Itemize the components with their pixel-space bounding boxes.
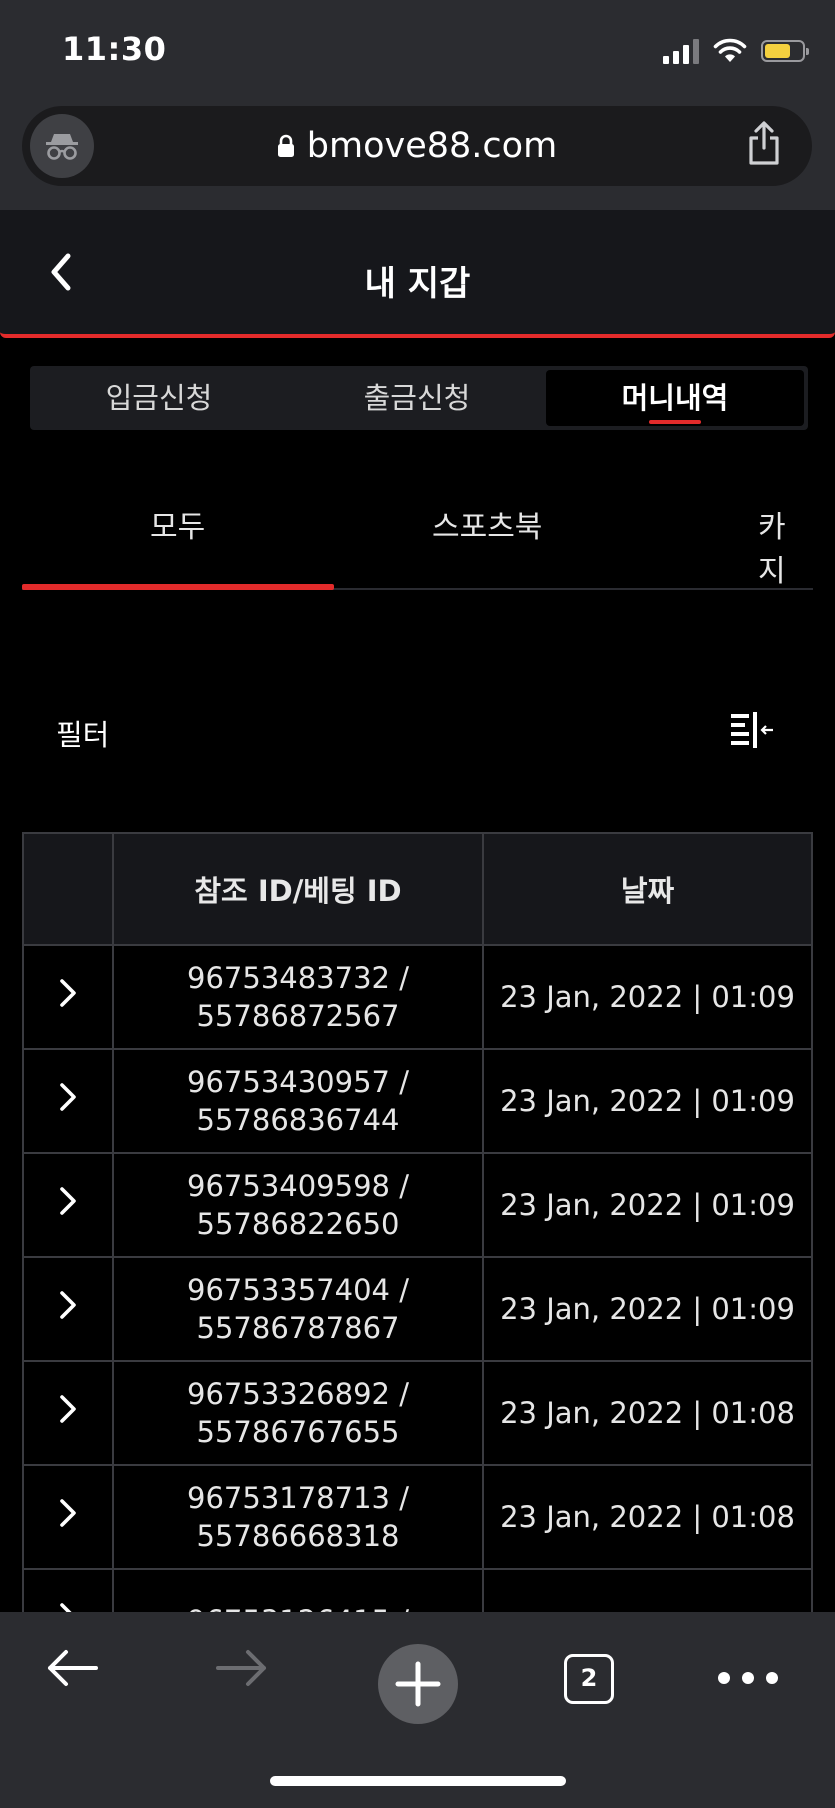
- lock-icon: [277, 134, 294, 157]
- plus-icon: [395, 1661, 441, 1707]
- table-row[interactable]: 96753483732 / 55786872567 23 Jan, 2022 | 0…: [22, 944, 813, 1050]
- address-bar[interactable]: bmove88.com: [22, 106, 812, 186]
- reference-id: 96753430957 /: [187, 1065, 409, 1099]
- filter-toggle-icon[interactable]: [729, 710, 775, 752]
- bet-id: 55786668318: [196, 1519, 400, 1553]
- chevron-right-icon[interactable]: [56, 1289, 80, 1321]
- segment-money-history[interactable]: 머니내역: [546, 370, 804, 426]
- date-cell: 23 Jan, 2022 | 01:08: [482, 1360, 813, 1466]
- home-indicator: [270, 1776, 566, 1786]
- active-tab-indicator: [22, 584, 334, 590]
- table-row[interactable]: 96753357404 / 55786787867 23 Jan, 2022 | 0…: [22, 1256, 813, 1362]
- segment-deposit[interactable]: 입금신청: [30, 366, 288, 430]
- wallet-segmented-control: 입금신청 출금신청 머니내역: [30, 366, 808, 430]
- tab-all[interactable]: 모두: [150, 502, 205, 546]
- date-cell: 23 Jan, 2022 | 01:09: [482, 944, 813, 1050]
- tabs-button[interactable]: 2: [564, 1654, 614, 1704]
- chevron-right-icon[interactable]: [56, 1393, 80, 1425]
- wifi-icon: [713, 38, 747, 62]
- date-cell: 23 Jan, 2022 | 01:09: [482, 1152, 813, 1258]
- table-row[interactable]: 96753326892 / 55786767655 23 Jan, 2022 | 0…: [22, 1360, 813, 1466]
- ref-id-cell: 96753178713 / 55786668318: [112, 1464, 484, 1570]
- expand-column-header: [22, 832, 114, 946]
- reference-id: 96753483732 /: [187, 961, 409, 995]
- tab-casino[interactable]: 카지: [758, 502, 813, 590]
- expand-cell[interactable]: [22, 944, 114, 1050]
- table-header-row: 참조 ID/베팅 ID 날짜: [22, 832, 813, 946]
- reference-id: 96753126415 /: [115, 1602, 481, 1612]
- bet-id: 55786822650: [196, 1207, 400, 1241]
- ref-id-column-header: 참조 ID/베팅 ID: [112, 832, 484, 946]
- segment-withdraw[interactable]: 출금신청: [288, 366, 546, 430]
- chevron-right-icon[interactable]: [56, 1601, 80, 1613]
- table-row[interactable]: 96753126415 /: [22, 1568, 813, 1613]
- tab-count: 2: [580, 1664, 598, 1692]
- status-time: 11:30: [62, 30, 167, 68]
- chevron-right-icon[interactable]: [56, 1185, 80, 1217]
- reference-id: 96753326892 /: [187, 1377, 409, 1411]
- share-icon[interactable]: [746, 120, 782, 166]
- bet-id: 55786767655: [196, 1415, 400, 1449]
- page-title: 내 지갑: [364, 264, 471, 304]
- expand-cell[interactable]: [22, 1256, 114, 1362]
- cellular-signal-icon: [663, 38, 699, 64]
- ref-id-cell: 96753126415 /: [112, 1568, 484, 1612]
- table-row[interactable]: 96753178713 / 55786668318 23 Jan, 2022 | 0…: [22, 1464, 813, 1570]
- ref-id-cell: 96753326892 / 55786767655: [112, 1360, 484, 1466]
- date-cell: 23 Jan, 2022 | 01:09: [482, 1256, 813, 1362]
- ref-id-cell: 96753483732 / 55786872567: [112, 944, 484, 1050]
- browser-chrome: 11:30 bmove88.com: [0, 0, 835, 210]
- battery-icon: [761, 40, 809, 62]
- bet-id: 55786872567: [196, 999, 400, 1033]
- date-cell: [482, 1568, 813, 1612]
- expand-cell[interactable]: [22, 1568, 114, 1613]
- chevron-right-icon[interactable]: [56, 1081, 80, 1113]
- new-tab-button[interactable]: [378, 1644, 458, 1724]
- table-row[interactable]: 96753430957 / 55786836744 23 Jan, 2022 | 0…: [22, 1048, 813, 1154]
- tab-sportsbook[interactable]: 스포츠북: [432, 502, 542, 546]
- expand-cell[interactable]: [22, 1464, 114, 1570]
- reference-id: 96753178713 /: [187, 1481, 409, 1515]
- date-cell: 23 Jan, 2022 | 01:08: [482, 1464, 813, 1570]
- filter-label: 필터: [56, 718, 110, 752]
- history-table: 참조 ID/베팅 ID 날짜 96753483732 / 55786872567 2…: [22, 832, 813, 1612]
- bet-id: 55786787867: [196, 1311, 400, 1345]
- date-cell: 23 Jan, 2022 | 01:09: [482, 1048, 813, 1154]
- status-icons: [663, 36, 809, 66]
- reference-id: 96753357404 /: [187, 1273, 409, 1307]
- ref-id-cell: 96753357404 / 55786787867: [112, 1256, 484, 1362]
- expand-cell[interactable]: [22, 1152, 114, 1258]
- chevron-right-icon[interactable]: [56, 1497, 80, 1529]
- table-row[interactable]: 96753409598 / 55786822650 23 Jan, 2022 | 0…: [22, 1152, 813, 1258]
- category-tabs: 모두 스포츠북 카지: [22, 480, 813, 590]
- ref-id-cell: 96753430957 / 55786836744: [112, 1048, 484, 1154]
- expand-cell[interactable]: [22, 1048, 114, 1154]
- expand-cell[interactable]: [22, 1360, 114, 1466]
- bet-id: 55786836744: [196, 1103, 400, 1137]
- more-dots-icon[interactable]: [716, 1666, 780, 1690]
- forward-arrow-icon: [216, 1650, 266, 1686]
- back-arrow-icon[interactable]: [42, 1646, 100, 1690]
- url-text[interactable]: bmove88.com: [307, 126, 557, 166]
- ref-id-cell: 96753409598 / 55786822650: [112, 1152, 484, 1258]
- chevron-right-icon[interactable]: [56, 977, 80, 1009]
- date-column-header: 날짜: [482, 832, 813, 946]
- app-header: 내 지갑: [0, 210, 835, 338]
- reference-id: 96753409598 /: [187, 1169, 409, 1203]
